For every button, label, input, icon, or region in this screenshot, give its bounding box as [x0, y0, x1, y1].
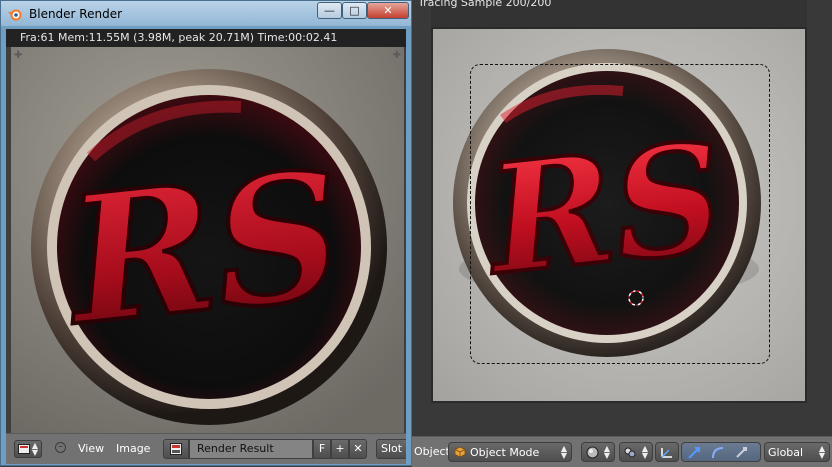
window-title: Blender Render — [29, 7, 123, 21]
scale-icon[interactable] — [734, 445, 750, 459]
interaction-mode-select[interactable]: Object Mode ▲ ▼ — [448, 442, 572, 462]
render-slot-select[interactable]: Slot 1 — [376, 439, 406, 459]
orientation-label: Global — [768, 446, 804, 459]
menu-view[interactable]: View — [78, 442, 104, 455]
viewport-header: Object Object Mode ▲ ▼ ▲ ▼ ▲ ▼ Global ▲ … — [412, 436, 832, 467]
corner-plus-icon[interactable]: ✚ — [14, 50, 22, 61]
chevron-updown-icon: ▲ ▼ — [603, 444, 610, 460]
transform-orientation-select[interactable]: Global ▲ ▼ — [764, 442, 830, 462]
transform-manipulators — [681, 442, 761, 462]
chevron-updown-icon: ▲ ▼ — [818, 444, 825, 460]
viewport-render-preview: RS — [433, 29, 805, 401]
image-editor-header: ▲ ▼ – View Image Render Result F + ✕ Slot… — [6, 433, 406, 464]
fake-user-button[interactable]: F — [313, 439, 331, 459]
minimize-button[interactable]: — — [317, 2, 342, 19]
rotate-icon[interactable] — [710, 445, 726, 459]
image-editor-icon — [18, 444, 30, 454]
pivot-point-select[interactable]: ▲ ▼ — [619, 442, 653, 462]
3d-viewport[interactable]: Tracing Sample 200/200 RS — [412, 0, 832, 466]
cube-icon — [454, 446, 466, 458]
menu-image[interactable]: Image — [116, 442, 150, 455]
chevron-updown-icon: ▲ ▼ — [641, 444, 648, 460]
chevron-updown-icon: ▲ ▼ — [560, 444, 567, 460]
editor-type-select[interactable]: ▲ ▼ — [14, 440, 42, 458]
render-info-bar: Fra:61 Mem:11.55M (3.98M, peak 20.71M) T… — [6, 29, 406, 47]
image-name-field[interactable]: Render Result — [189, 439, 313, 459]
badge-render-image: RS — [11, 47, 404, 433]
translate-icon[interactable] — [686, 445, 702, 459]
chevron-updown-icon: ▲ ▼ — [31, 441, 38, 457]
blender-logo-icon — [8, 9, 22, 21]
close-button[interactable]: ✕ — [367, 2, 409, 19]
maximize-button[interactable]: □ — [342, 2, 367, 19]
render-window: Blender Render — □ ✕ Fra:61 Mem:11.55M (… — [0, 0, 412, 466]
viewport-shading-select[interactable]: ▲ ▼ — [581, 442, 615, 462]
badge-render-viewport: RS — [453, 49, 761, 357]
object-menu[interactable]: Object — [414, 445, 450, 458]
collapse-menus-button[interactable]: – — [55, 442, 66, 453]
new-image-button[interactable]: + — [331, 439, 349, 459]
window-titlebar[interactable]: Blender Render — □ ✕ — [1, 1, 411, 26]
manipulator-toggle[interactable] — [655, 442, 679, 462]
render-status-text: Tracing Sample 200/200 — [418, 0, 552, 9]
manipulator-icon — [661, 448, 672, 458]
browse-image-button[interactable] — [163, 439, 189, 459]
corner-plus-icon[interactable]: ✚ — [393, 50, 401, 61]
pivot-icon — [624, 447, 636, 458]
image-icon — [170, 443, 182, 455]
render-result-canvas[interactable]: RS ✚ ✚ — [11, 47, 404, 443]
unlink-image-button[interactable]: ✕ — [349, 439, 367, 459]
mode-label: Object Mode — [470, 446, 540, 459]
render-logo-text: RS — [55, 132, 352, 365]
viewport-logo-text: RS — [477, 109, 731, 309]
image-editor: Fra:61 Mem:11.55M (3.98M, peak 20.71M) T… — [6, 29, 406, 464]
sphere-icon — [586, 446, 599, 459]
